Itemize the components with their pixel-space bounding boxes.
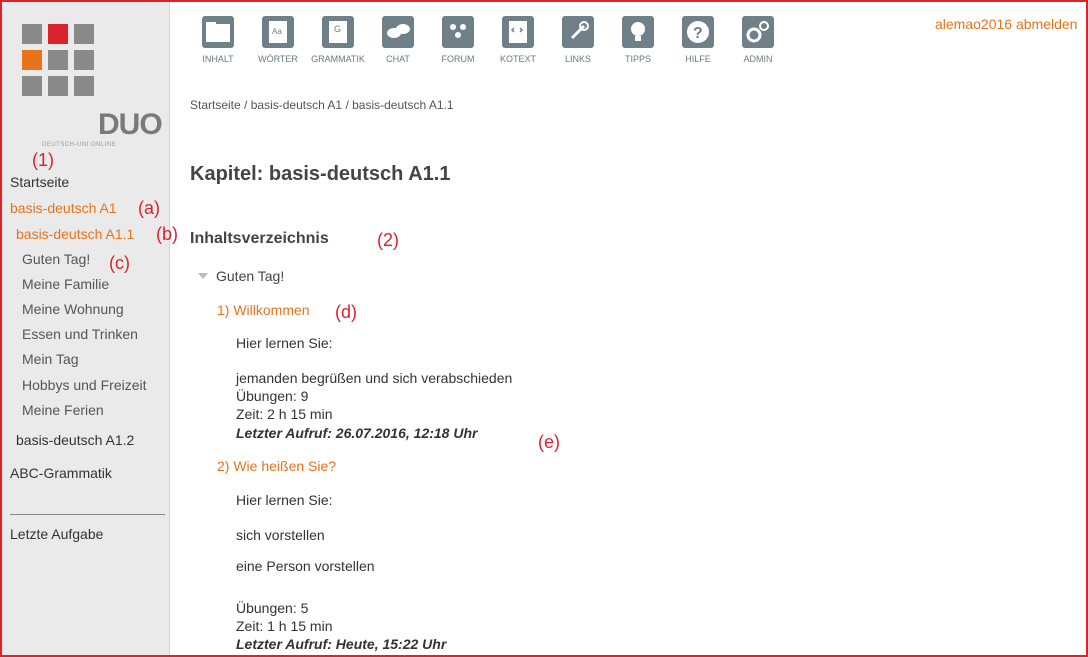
logo-subtitle: DEUTSCH-UNI ONLINE [42,142,117,148]
sidebar-item-guten-tag[interactable]: Guten Tag! [22,251,90,267]
breadcrumb-basis-a1-1[interactable]: basis-deutsch A1.1 [352,98,453,112]
logo-square [22,76,42,96]
sidebar-item-basis-a1-2[interactable]: basis-deutsch A1.2 [16,432,134,448]
chapter-toggle[interactable]: Guten Tag! [198,268,284,284]
sidebar-item-meine-familie[interactable]: Meine Familie [22,276,109,292]
annotation-a: (a) [138,198,160,218]
lesson-exercises: Übungen: 5 [236,600,309,616]
lesson-goal: sich vorstellen [236,527,325,543]
lesson-last-access: Letzter Aufruf: Heute, 15:22 Uhr [236,636,447,652]
breadcrumb: Startseite / basis-deutsch A1 / basis-de… [190,98,454,112]
app-window: DUO DEUTSCH-UNI ONLINE Startseite basis-… [0,0,1088,657]
sidebar-item-meine-ferien[interactable]: Meine Ferien [22,402,104,418]
breadcrumb-basis-a1[interactable]: basis-deutsch A1 [251,98,342,112]
sidebar-item-mein-tag[interactable]: Mein Tag [22,351,79,367]
sidebar-item-basis-a1[interactable]: basis-deutsch A1 [10,200,117,216]
logo-square [48,76,68,96]
sidebar-divider [10,514,165,515]
lesson-time: Zeit: 1 h 15 min [236,618,333,634]
toc-heading: Inhaltsverzeichnis [190,230,329,247]
duo-logo[interactable]: DUO DEUTSCH-UNI ONLINE [2,2,170,152]
logo-square [74,50,94,70]
lesson-goal: jemanden begrüßen und sich verabschieden [236,370,513,386]
logo-square [22,24,42,44]
annotation-c: (c) [109,253,130,273]
chapter-title: Guten Tag! [216,268,285,284]
logo-square [74,24,94,44]
page-title: Kapitel: basis-deutsch A1.1 [190,163,451,185]
lesson-link-wie-heissen-sie[interactable]: 2) Wie heißen Sie? [217,458,336,474]
annotation-1: (1) [32,150,54,170]
lesson-link-willkommen[interactable]: 1) Willkommen [217,302,310,318]
logo-text: DUO [98,108,163,141]
sidebar-item-basis-a1-1[interactable]: basis-deutsch A1.1 [16,226,134,242]
sidebar: DUO DEUTSCH-UNI ONLINE Startseite basis-… [2,2,170,655]
sidebar-item-letzte-aufgabe[interactable]: Letzte Aufgabe [10,526,103,542]
sidebar-item-hobbys[interactable]: Hobbys und Freizeit [22,377,147,393]
lesson-intro: Hier lernen Sie: [236,335,333,351]
sidebar-item-essen-und-trinken[interactable]: Essen und Trinken [22,326,138,342]
collapse-triangle-icon [198,273,208,279]
lesson-time: Zeit: 2 h 15 min [236,406,333,422]
logo-square [74,76,94,96]
main-content: Startseite / basis-deutsch A1 / basis-de… [190,2,1086,655]
breadcrumb-separator: / [244,98,251,112]
annotation-b: (b) [156,224,178,244]
logo-square [22,50,42,70]
breadcrumb-startseite[interactable]: Startseite [190,98,241,112]
lesson-intro: Hier lernen Sie: [236,492,333,508]
logo-square [48,50,68,70]
lesson-exercises: Übungen: 9 [236,388,309,404]
logo-square [48,24,68,44]
sidebar-item-abc-grammatik[interactable]: ABC-Grammatik [10,465,112,481]
sidebar-item-meine-wohnung[interactable]: Meine Wohnung [22,301,124,317]
sidebar-item-startseite[interactable]: Startseite [10,174,69,190]
lesson-goal: eine Person vorstellen [236,558,375,574]
lesson-last-access: Letzter Aufruf: 26.07.2016, 12:18 Uhr [236,425,478,441]
